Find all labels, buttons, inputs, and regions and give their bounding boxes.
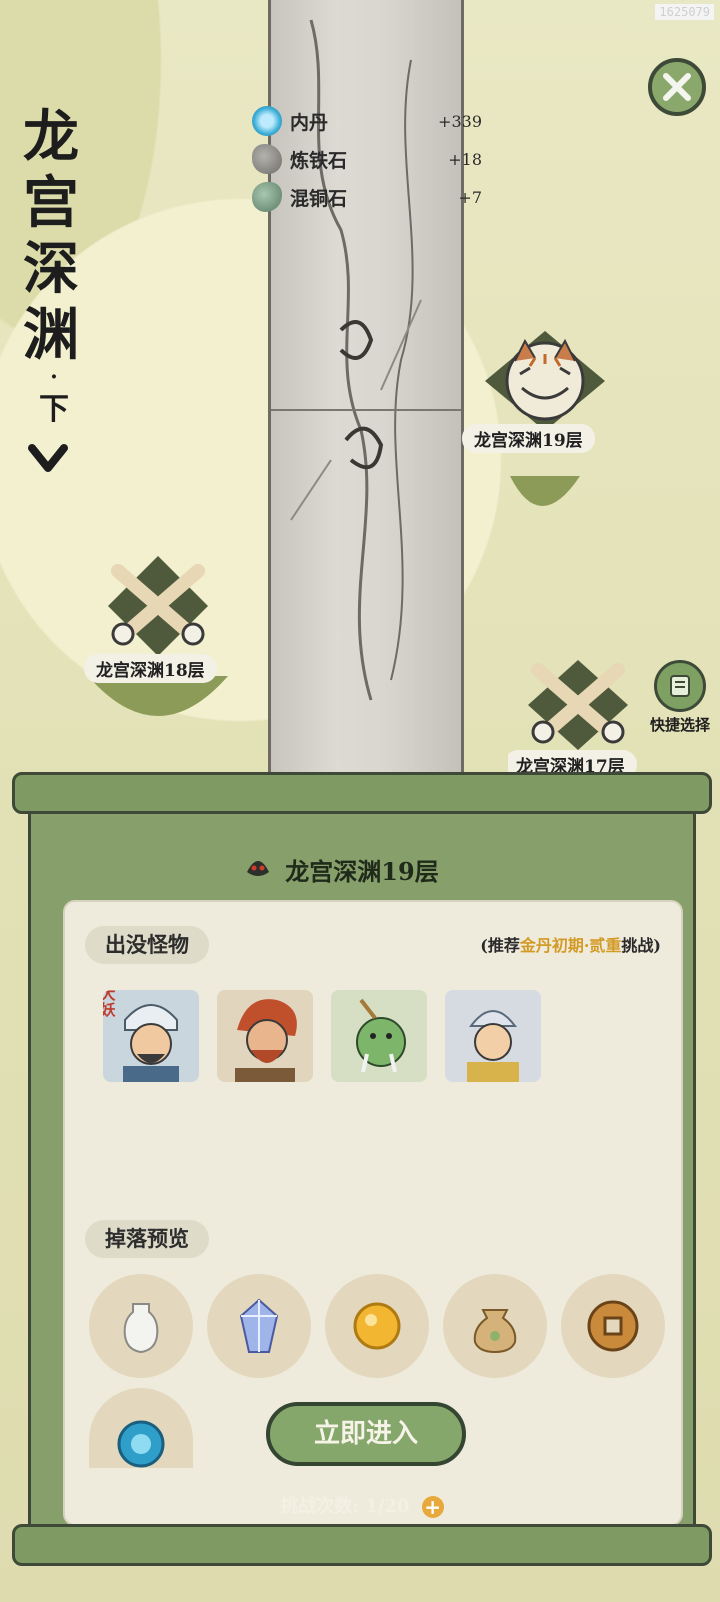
golden-orb-icon (353, 1302, 401, 1350)
coin-icon (587, 1300, 639, 1352)
drop-item[interactable] (207, 1274, 311, 1378)
inner-pill-icon (252, 106, 282, 136)
recommend-prefix: (推荐 (480, 936, 520, 955)
drop-item[interactable] (89, 1274, 193, 1378)
boss-badge: 大妖 (103, 990, 116, 1019)
monster-portrait[interactable] (331, 990, 427, 1082)
title-char: 宫 (23, 170, 79, 236)
challenge-label: 挑战次数: (280, 1496, 359, 1517)
recommend-suffix: 挑战) (621, 936, 661, 955)
drop-item[interactable] (325, 1274, 429, 1378)
enter-now-button[interactable]: 立即进入 (266, 1402, 466, 1466)
title-char: 深 (23, 236, 79, 302)
title-char: 龙 (23, 104, 79, 170)
green-fish-demon-icon (331, 990, 427, 1082)
monster-portrait[interactable] (217, 990, 313, 1082)
stage-label: 龙宫深渊19层 (462, 424, 595, 453)
resource-count: +7 (458, 187, 482, 207)
scroll-rod-bottom (12, 1524, 712, 1566)
iron-ore-icon (252, 144, 282, 174)
resource-name: 内丹 (290, 111, 329, 134)
stage-label: 龙宫深渊17层 (508, 750, 637, 772)
quick-select-button[interactable]: 快捷选择 (640, 660, 720, 735)
title-dot: · (50, 364, 58, 390)
chevron-down-icon[interactable] (28, 440, 68, 476)
resource-count: +18 (448, 149, 482, 169)
add-challenge-button[interactable]: + (421, 1496, 444, 1518)
golden-armor-guard-icon (445, 990, 541, 1082)
resource-row: 混铜石 +7 (252, 180, 482, 214)
resource-row: 炼铁石 +18 (252, 142, 482, 176)
copper-ore-icon (252, 182, 282, 212)
inner-pill-icon (117, 1420, 165, 1468)
resource-count: +339 (438, 111, 482, 131)
monster-portrait[interactable] (445, 990, 541, 1082)
resource-row: 内丹 +339 (252, 104, 482, 138)
stage-detail-panel: 龙宫深渊19层 出没怪物 (推荐金丹初期·贰重挑战) 大妖 掉落预览 立即进入 … (12, 772, 712, 1572)
stage-node-19[interactable]: 龙宫深渊19层 (462, 326, 620, 526)
challenge-count-row: 挑战次数: 1/20 + (12, 1492, 712, 1518)
watermark: 1625079 (655, 4, 714, 20)
drop-item[interactable] (443, 1274, 547, 1378)
crystal-icon (239, 1298, 279, 1353)
red-hair-warrior-icon (217, 990, 313, 1082)
resource-name: 混铜石 (290, 187, 348, 210)
challenge-count: 1/20 (365, 1496, 410, 1517)
recommend-text: (推荐金丹初期·贰重挑战) (480, 932, 661, 956)
seed-bag-icon (473, 1309, 517, 1354)
stage-label: 龙宫深渊18层 (84, 654, 217, 683)
drop-item[interactable] (561, 1274, 665, 1378)
title-char: 渊 (23, 302, 79, 368)
title-sub-label: 下 (39, 392, 69, 427)
monsters-section-title: 出没怪物 (85, 926, 209, 964)
stage-node-18[interactable]: 龙宫深渊18层 (78, 556, 238, 756)
vase-icon (123, 1303, 159, 1354)
area-title: 龙 宫 深 渊 (16, 104, 86, 368)
scroll-map-icon (654, 660, 706, 712)
recommend-realm: 金丹初期·贰重 (519, 936, 622, 955)
close-icon (663, 73, 691, 101)
area-subtitle[interactable]: · 下 (26, 364, 82, 428)
scroll-rod-top (12, 772, 712, 814)
stage-node-17[interactable]: 龙宫深渊17层 (508, 660, 648, 772)
panel-title: 龙宫深渊19层 (285, 857, 439, 886)
monster-portrait[interactable]: 大妖 (103, 990, 199, 1082)
quick-select-label: 快捷选择 (649, 716, 710, 734)
resource-name: 炼铁石 (290, 149, 348, 172)
drops-section-title: 掉落预览 (85, 1220, 209, 1258)
drop-item[interactable] (89, 1388, 193, 1468)
close-button[interactable] (648, 58, 706, 116)
